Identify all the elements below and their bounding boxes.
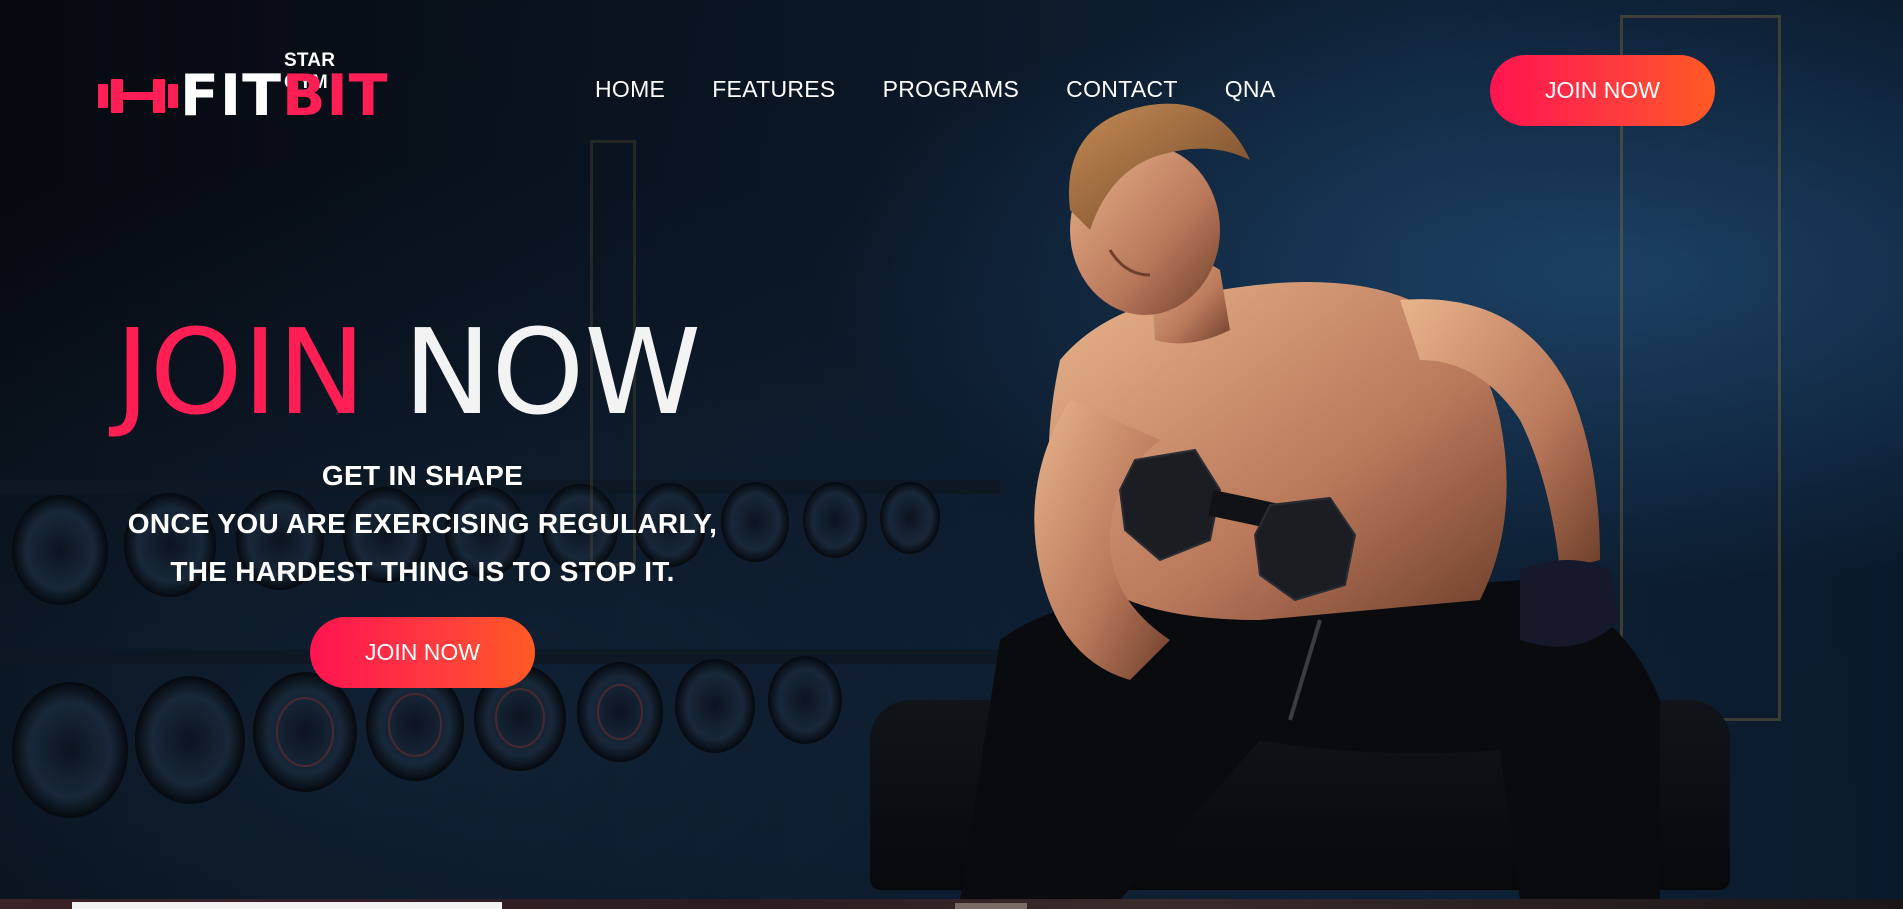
- brand-name-part1: FIT: [180, 63, 283, 129]
- nav-programs[interactable]: PROGRAMS: [883, 76, 1020, 103]
- brand-name-part2: BIT: [282, 63, 389, 129]
- hero-section: STAR GYM FITBIT HOME FEATURES PROGRAMS C…: [0, 0, 1903, 909]
- hero-headline: JOIN NOW: [115, 302, 701, 442]
- brand-name: FITBIT: [180, 66, 389, 126]
- brand-logo[interactable]: STAR GYM FITBIT: [98, 50, 388, 126]
- nav-qna[interactable]: QNA: [1225, 76, 1276, 103]
- hero-tagline-line-2: ONCE YOU ARE EXERCISING REGULARLY,: [127, 508, 718, 539]
- hero-headline-part2: NOW: [403, 303, 702, 441]
- hero-headline-part1: JOIN: [115, 303, 366, 441]
- main-nav: HOME FEATURES PROGRAMS CONTACT QNA: [595, 76, 1322, 103]
- header-join-now-button[interactable]: JOIN NOW: [1490, 55, 1715, 126]
- nav-contact[interactable]: CONTACT: [1066, 76, 1178, 103]
- athlete-image: [960, 103, 1660, 900]
- dumbbell-icon: [98, 79, 178, 113]
- next-section-card: [72, 902, 502, 909]
- nav-features[interactable]: FEATURES: [712, 76, 835, 103]
- nav-home[interactable]: HOME: [595, 76, 665, 103]
- hero-tagline-line-3: THE HARDEST THING IS TO STOP IT.: [170, 556, 675, 587]
- hero-tagline: GET IN SHAPE ONCE YOU ARE EXERCISING REG…: [120, 452, 725, 596]
- hero-join-now-button[interactable]: JOIN NOW: [310, 617, 535, 688]
- next-section-chip: [955, 903, 1027, 909]
- hero-tagline-line-1: GET IN SHAPE: [321, 460, 524, 491]
